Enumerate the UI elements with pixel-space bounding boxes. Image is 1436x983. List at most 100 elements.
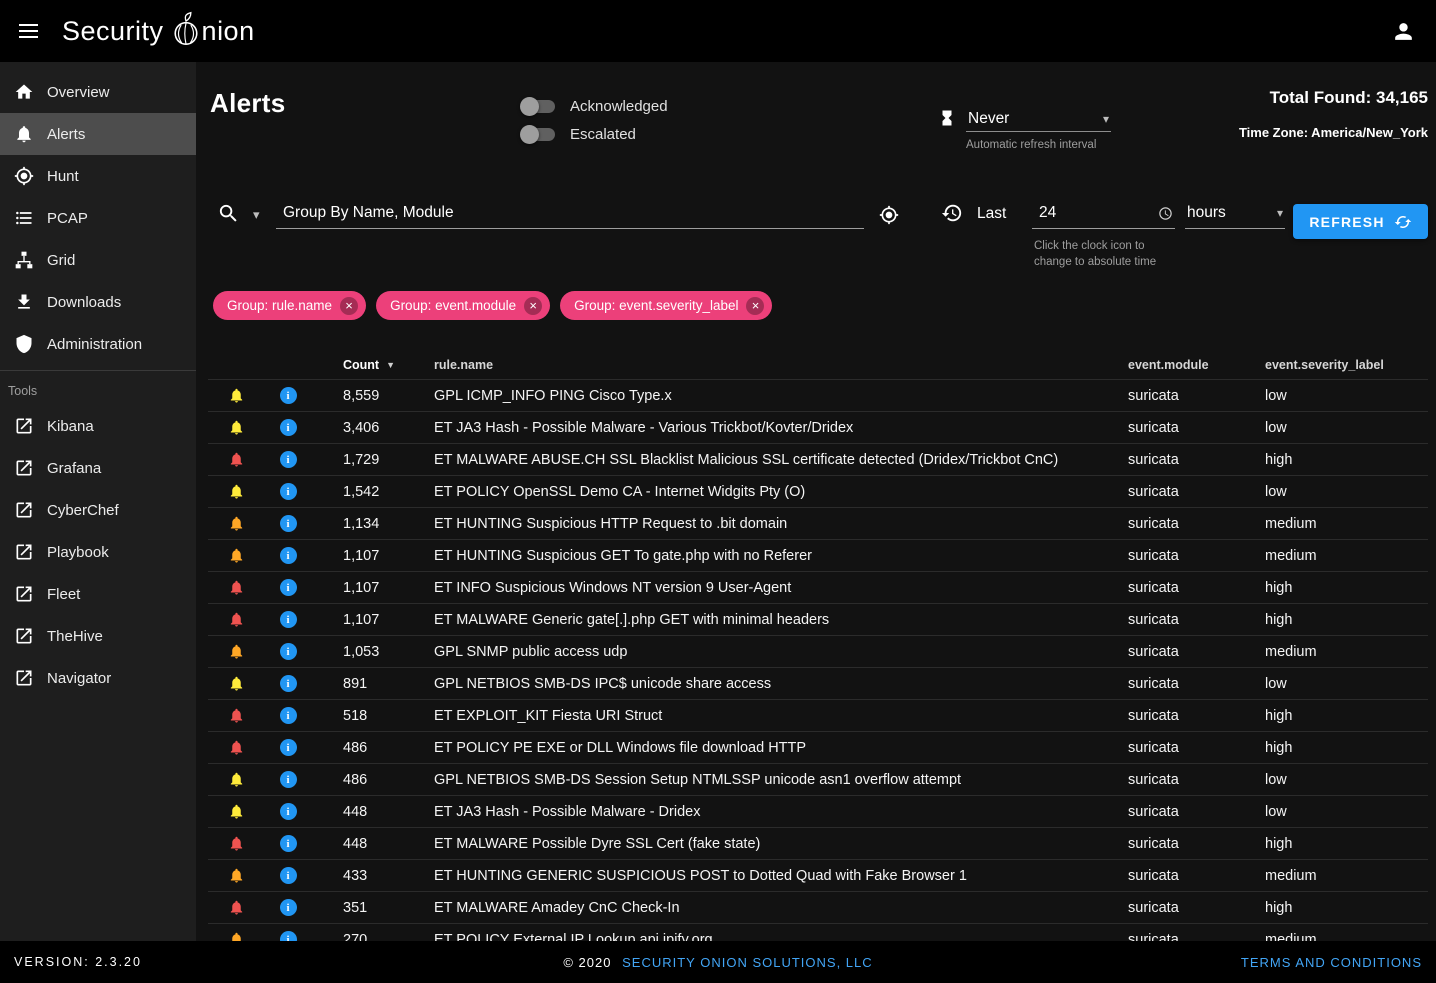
toggle-switch[interactable] bbox=[522, 128, 555, 141]
alert-row[interactable]: 1,107 ET MALWARE Generic gate[.].php GET… bbox=[208, 604, 1428, 636]
info-icon[interactable] bbox=[280, 675, 297, 692]
column-header-severity[interactable]: event.severity_label bbox=[1265, 358, 1428, 372]
alert-bell-icon[interactable] bbox=[228, 707, 245, 724]
chip-close-icon[interactable]: × bbox=[746, 297, 764, 315]
group-filter-chip[interactable]: Group: event.module × bbox=[376, 291, 550, 320]
terms-link[interactable]: TERMS AND CONDITIONS bbox=[1241, 955, 1436, 970]
info-icon[interactable] bbox=[280, 931, 297, 941]
sidebar-item-hunt[interactable]: Hunt bbox=[0, 155, 196, 197]
alert-row[interactable]: 518 ET EXPLOIT_KIT Fiesta URI Struct sur… bbox=[208, 700, 1428, 732]
alert-bell-icon[interactable] bbox=[228, 835, 245, 852]
alert-bell-icon[interactable] bbox=[228, 803, 245, 820]
search-query-input[interactable] bbox=[276, 198, 864, 228]
info-icon[interactable] bbox=[280, 419, 297, 436]
duration-value-input[interactable] bbox=[1032, 198, 1158, 228]
escalated-toggle[interactable]: Escalated bbox=[522, 120, 668, 148]
alert-row[interactable]: 3,406 ET JA3 Hash - Possible Malware - V… bbox=[208, 412, 1428, 444]
sidebar-item-kibana[interactable]: Kibana bbox=[0, 405, 196, 447]
column-header-event-module[interactable]: event.module bbox=[1128, 358, 1265, 372]
info-icon[interactable] bbox=[280, 451, 297, 468]
sidebar-item-administration[interactable]: Administration bbox=[0, 323, 196, 365]
chip-close-icon[interactable]: × bbox=[524, 297, 542, 315]
alert-row[interactable]: 1,542 ET POLICY OpenSSL Demo CA - Intern… bbox=[208, 476, 1428, 508]
info-icon[interactable] bbox=[280, 515, 297, 532]
info-icon[interactable] bbox=[280, 387, 297, 404]
alert-row[interactable]: 1,053 GPL SNMP public access udp suricat… bbox=[208, 636, 1428, 668]
sidebar-item-alerts[interactable]: Alerts bbox=[0, 113, 196, 155]
sort-desc-icon[interactable]: ▼ bbox=[386, 360, 395, 370]
alert-row[interactable]: 1,107 ET INFO Suspicious Windows NT vers… bbox=[208, 572, 1428, 604]
alert-bell-icon[interactable] bbox=[228, 547, 245, 564]
alert-bell-icon[interactable] bbox=[228, 579, 245, 596]
chip-label: Group: event.severity_label bbox=[574, 298, 738, 313]
info-icon[interactable] bbox=[280, 803, 297, 820]
alert-bell-icon[interactable] bbox=[228, 867, 245, 884]
sidebar-item-downloads[interactable]: Downloads bbox=[0, 281, 196, 323]
sidebar-item-pcap[interactable]: PCAP bbox=[0, 197, 196, 239]
info-icon[interactable] bbox=[280, 483, 297, 500]
alert-bell-icon[interactable] bbox=[228, 643, 245, 660]
alert-bell-icon[interactable] bbox=[228, 611, 245, 628]
alert-row[interactable]: 433 ET HUNTING GENERIC SUSPICIOUS POST t… bbox=[208, 860, 1428, 892]
sidebar-item-playbook[interactable]: Playbook bbox=[0, 531, 196, 573]
alert-row[interactable]: 351 ET MALWARE Amadey CnC Check-In suric… bbox=[208, 892, 1428, 924]
alert-bell-icon[interactable] bbox=[228, 515, 245, 532]
alert-bell-icon[interactable] bbox=[228, 419, 245, 436]
alert-row[interactable]: 448 ET JA3 Hash - Possible Malware - Dri… bbox=[208, 796, 1428, 828]
alert-row[interactable]: 1,107 ET HUNTING Suspicious GET To gate.… bbox=[208, 540, 1428, 572]
column-header-rule-name[interactable]: rule.name bbox=[408, 358, 1128, 372]
group-filter-chip[interactable]: Group: event.severity_label × bbox=[560, 291, 772, 320]
alert-bell-icon[interactable] bbox=[228, 483, 245, 500]
sidebar-item-navigator[interactable]: Navigator bbox=[0, 657, 196, 699]
alert-bell-icon[interactable] bbox=[228, 739, 245, 756]
refresh-interval-select[interactable]: Never ▾ bbox=[966, 106, 1111, 132]
crosshair-icon[interactable] bbox=[879, 205, 899, 225]
alert-row[interactable]: 8,559 GPL ICMP_INFO PING Cisco Type.x su… bbox=[208, 380, 1428, 412]
alert-bell-icon[interactable] bbox=[228, 387, 245, 404]
alert-bell-icon[interactable] bbox=[228, 931, 245, 941]
info-icon[interactable] bbox=[280, 611, 297, 628]
info-icon[interactable] bbox=[280, 835, 297, 852]
alert-row[interactable]: 891 GPL NETBIOS SMB-DS IPC$ unicode shar… bbox=[208, 668, 1428, 700]
info-icon[interactable] bbox=[280, 707, 297, 724]
info-icon[interactable] bbox=[280, 643, 297, 660]
alert-row[interactable]: 448 ET MALWARE Possible Dyre SSL Cert (f… bbox=[208, 828, 1428, 860]
toggle-switch[interactable] bbox=[522, 100, 555, 113]
info-icon[interactable] bbox=[280, 867, 297, 884]
sidebar-item-thehive[interactable]: TheHive bbox=[0, 615, 196, 657]
user-avatar-button[interactable] bbox=[1386, 14, 1420, 48]
info-icon[interactable] bbox=[280, 739, 297, 756]
sidebar-item-fleet[interactable]: Fleet bbox=[0, 573, 196, 615]
alert-event-module: suricata bbox=[1128, 612, 1265, 628]
timezone-label: Time Zone: America/New_York bbox=[1239, 125, 1428, 140]
menu-toggle-button[interactable] bbox=[0, 0, 56, 62]
main-content: Alerts Acknowledged Escalated Never ▾ Au… bbox=[196, 62, 1436, 941]
history-icon[interactable] bbox=[941, 202, 963, 224]
column-header-count[interactable]: Count ▼ bbox=[312, 358, 408, 372]
alert-row[interactable]: 1,134 ET HUNTING Suspicious HTTP Request… bbox=[208, 508, 1428, 540]
group-filter-chip[interactable]: Group: rule.name × bbox=[213, 291, 366, 320]
solutions-link[interactable]: SECURITY ONION SOLUTIONS, LLC bbox=[622, 955, 873, 970]
acknowledged-toggle[interactable]: Acknowledged bbox=[522, 92, 668, 120]
info-icon[interactable] bbox=[280, 579, 297, 596]
info-icon[interactable] bbox=[280, 899, 297, 916]
sidebar-item-cyberchef[interactable]: CyberChef bbox=[0, 489, 196, 531]
alert-bell-icon[interactable] bbox=[228, 451, 245, 468]
alert-row[interactable]: 270 ET POLICY External IP Lookup api.ipi… bbox=[208, 924, 1428, 941]
clock-icon[interactable] bbox=[1158, 206, 1173, 221]
alert-row[interactable]: 1,729 ET MALWARE ABUSE.CH SSL Blacklist … bbox=[208, 444, 1428, 476]
chip-close-icon[interactable]: × bbox=[340, 297, 358, 315]
alert-bell-icon[interactable] bbox=[228, 771, 245, 788]
alert-row[interactable]: 486 GPL NETBIOS SMB-DS Session Setup NTM… bbox=[208, 764, 1428, 796]
sidebar-item-grafana[interactable]: Grafana bbox=[0, 447, 196, 489]
info-icon[interactable] bbox=[280, 771, 297, 788]
query-history-chevron-icon[interactable]: ▾ bbox=[253, 207, 260, 223]
refresh-button[interactable]: REFRESH bbox=[1293, 204, 1428, 239]
alert-row[interactable]: 486 ET POLICY PE EXE or DLL Windows file… bbox=[208, 732, 1428, 764]
sidebar-item-grid[interactable]: Grid bbox=[0, 239, 196, 281]
info-icon[interactable] bbox=[280, 547, 297, 564]
alert-bell-icon[interactable] bbox=[228, 899, 245, 916]
sidebar-item-overview[interactable]: Overview bbox=[0, 71, 196, 113]
alert-bell-icon[interactable] bbox=[228, 675, 245, 692]
duration-unit-select[interactable]: hours ▾ bbox=[1185, 198, 1285, 229]
